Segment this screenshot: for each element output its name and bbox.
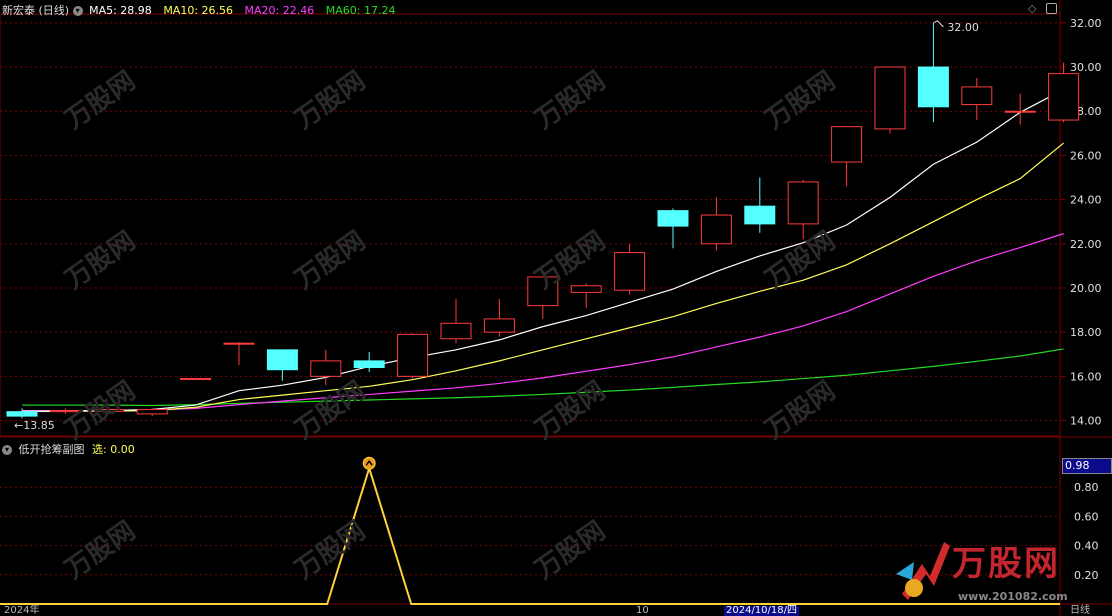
logo-text: 万股网 [952,544,1060,584]
high-price-label: 32.00 [947,21,979,34]
high-pointer [933,20,944,28]
ma10-legend: MA10: 26.56 [163,4,234,17]
candle-body [787,181,819,225]
price-tick-label: 26.00 [1070,149,1102,162]
arrow-logo-icon [896,542,950,600]
ma20-legend: MA20: 22.46 [244,4,315,17]
candle-body [266,349,298,371]
candle-body [700,214,732,245]
axis-month: 10 [636,605,649,616]
signal-marker-icon [362,456,376,470]
price-tick-label: 14.00 [1070,415,1102,428]
sub-tick-label: 0.80 [1074,481,1099,494]
candle-body [527,276,559,307]
candle-body [744,205,776,225]
candle-body [6,411,38,417]
candle-body [440,322,472,340]
current-value-box: 0.98 [1062,458,1112,474]
axis-year: 2024年 [4,605,40,616]
ma20-line [22,233,1064,412]
price-tick-label: 18.00 [1070,326,1102,339]
candle-body [961,86,993,106]
candle-body [49,410,81,413]
candle-body [223,342,255,345]
chevron-down-icon[interactable]: ▾ [72,6,83,16]
candle-body [657,210,689,227]
candle-body [614,252,646,291]
price-tick-label: 30.00 [1070,61,1102,74]
sub-tick-label: 0.60 [1074,510,1099,523]
candle-body [874,66,906,130]
chevron-down-icon[interactable]: ▾ [2,445,12,455]
candle-body [353,360,385,369]
ma60-legend: MA60: 17.24 [325,4,396,17]
price-tick-label: 22.00 [1070,238,1102,251]
indicator-header: ▾ 低开抢筹副图 选: 0.00 [2,441,135,457]
candle-body [1048,73,1080,121]
candle-body [136,408,168,415]
stock-chart-canvas[interactable]: 32.0030.0028.0026.0024.0022.0020.0018.00… [0,0,1112,616]
toggle-box-icon[interactable] [1046,3,1057,14]
candle-body [570,285,602,293]
price-tick-label: 32.00 [1070,17,1102,30]
ma60-line [22,348,1064,407]
price-tick-label: 16.00 [1070,370,1102,383]
candle-body [180,378,212,381]
ma5-legend: MA5: 28.98 [89,4,152,17]
candle-body [1004,110,1036,113]
candle-body [483,318,515,333]
logo-url: www.201082.com [958,590,1068,603]
cursor-date-box: 2024/10/18/四 [724,605,800,616]
low-price-label: ←13.85 [14,419,55,432]
candle-body [831,126,863,163]
indicator-name[interactable]: 低开抢筹副图 [19,443,85,456]
ma5-line [21,89,1064,412]
candle-body [310,360,342,377]
price-tick-label: 20.00 [1070,282,1102,295]
stock-name[interactable]: 新宏泰 (日线) [2,4,69,17]
brand-logo: 万股网 www.201082.com [892,534,1112,608]
price-tick-label: 24.00 [1070,194,1102,207]
chart-header: 新宏泰 (日线) ▾ MA5: 28.98 MA10: 26.56 MA20: … [2,2,395,18]
select-value: 选: 0.00 [92,443,135,456]
candle-body [917,66,949,108]
diamond-icon[interactable]: ◇ [1028,2,1036,15]
candle-body [93,408,125,412]
candle-body [397,333,429,377]
